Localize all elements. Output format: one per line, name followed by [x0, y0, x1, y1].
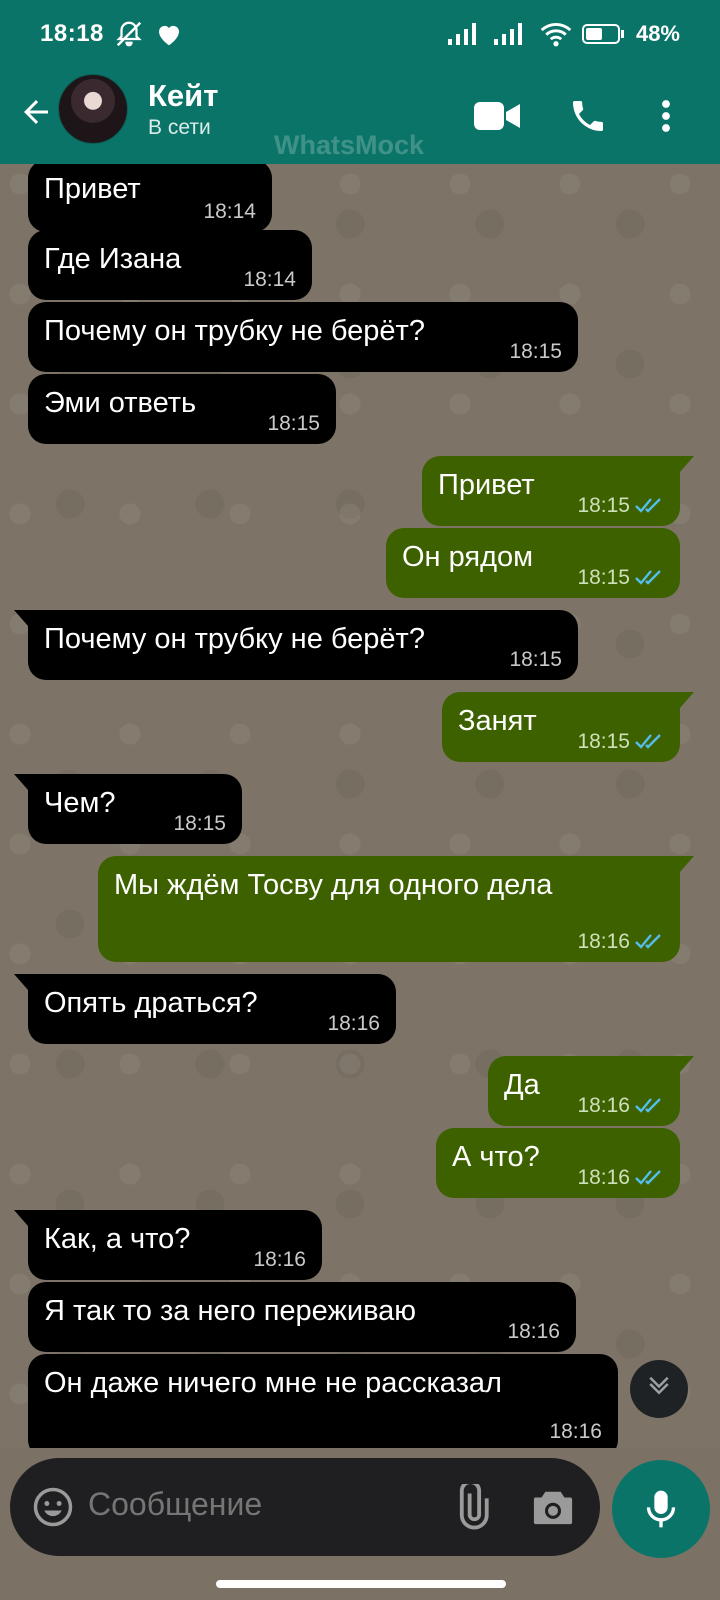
scroll-to-bottom-button[interactable] — [630, 1360, 688, 1418]
more-options-button[interactable] — [648, 88, 684, 144]
signal-icon — [493, 23, 522, 45]
message-time: 18:15 — [577, 493, 630, 517]
message-incoming[interactable]: Почему он трубку не берёт? 18:15 — [28, 302, 578, 372]
bell-off-icon — [116, 21, 142, 47]
contact-status: В сети — [148, 116, 211, 139]
message-outgoing[interactable]: А что? 18:16 — [436, 1128, 680, 1198]
video-call-button[interactable] — [470, 88, 526, 144]
message-time: 18:15 — [267, 411, 320, 435]
message-composer — [10, 1458, 600, 1556]
message-text: Мы ждём Тосву для одного дела — [114, 869, 553, 901]
message-text: Я так то за него переживаю — [44, 1295, 417, 1327]
back-arrow-icon — [24, 100, 48, 124]
status-bar: 18:18 48% — [0, 0, 720, 68]
message-outgoing[interactable]: Да 18:16 — [488, 1056, 694, 1126]
message-list[interactable]: Привет 18:14 Где Изана 18:14 Почему он т… — [0, 164, 720, 1448]
message-text: Привет — [438, 469, 535, 501]
message-outgoing[interactable]: Он рядом 18:15 — [386, 528, 680, 598]
message-time: 18:16 — [327, 1011, 380, 1035]
message-text: Привет — [44, 173, 141, 205]
message-text: Он рядом — [402, 541, 534, 573]
message-text: Он даже ничего мне не рассказал — [44, 1367, 502, 1399]
back-button[interactable] — [16, 92, 56, 132]
phone-call-icon — [573, 101, 603, 131]
message-time: 18:14 — [203, 199, 256, 223]
message-outgoing[interactable]: Мы ждём Тосву для одного дела 18:16 — [98, 856, 694, 962]
heart-icon — [158, 25, 179, 46]
message-incoming[interactable]: Чем? 18:15 — [14, 774, 242, 844]
message-time: 18:15 — [577, 729, 630, 753]
message-incoming[interactable]: Где Изана 18:14 — [28, 230, 312, 300]
message-outgoing[interactable]: Занят 18:15 — [442, 692, 694, 762]
message-outgoing[interactable]: Привет 18:15 — [422, 456, 694, 526]
message-time: 18:16 — [253, 1247, 306, 1271]
contact-name[interactable]: Кейт — [148, 78, 218, 114]
message-text: Почему он трубку не берёт? — [44, 623, 425, 655]
home-gesture-handle[interactable] — [216, 1580, 506, 1588]
message-text: Занят — [458, 705, 537, 737]
message-text: Чем? — [44, 787, 116, 819]
message-input[interactable] — [88, 1486, 428, 1523]
voice-message-button[interactable] — [612, 1460, 710, 1558]
read-ticks-icon — [635, 570, 661, 586]
message-time: 18:16 — [577, 929, 630, 953]
avatar[interactable] — [58, 74, 128, 144]
battery-level: 48% — [635, 21, 680, 46]
status-time: 18:18 — [40, 20, 104, 47]
message-incoming[interactable]: Привет 18:14 — [28, 164, 272, 232]
message-text: Эми ответь — [44, 387, 197, 419]
message-text: Опять драться? — [44, 987, 258, 1019]
wifi-icon — [540, 23, 572, 47]
message-incoming[interactable]: Он даже ничего мне не рассказал 18:16 — [28, 1354, 618, 1448]
message-incoming[interactable]: Опять драться? 18:16 — [14, 974, 396, 1044]
message-time: 18:15 — [509, 647, 562, 671]
read-ticks-icon — [635, 734, 661, 750]
read-ticks-icon — [635, 1170, 661, 1186]
message-incoming[interactable]: Почему он трубку не берёт? 18:15 — [14, 610, 578, 680]
phone-call-button[interactable] — [560, 88, 616, 144]
mic-icon — [646, 1490, 676, 1528]
camera-icon[interactable] — [530, 1486, 576, 1528]
message-time: 18:16 — [549, 1419, 602, 1443]
message-text: Как, а что? — [44, 1223, 191, 1255]
read-ticks-icon — [635, 934, 661, 950]
read-ticks-icon — [635, 1098, 661, 1114]
battery-icon — [581, 24, 624, 44]
chat-header: Кейт В сети WhatsMock — [0, 68, 720, 164]
read-ticks-icon — [635, 498, 661, 514]
watermark: WhatsMock — [274, 130, 425, 160]
message-incoming[interactable]: Эми ответь 18:15 — [28, 374, 336, 444]
message-time: 18:16 — [507, 1319, 560, 1343]
message-text: А что? — [452, 1141, 540, 1173]
message-incoming[interactable]: Я так то за него переживаю 18:16 — [28, 1282, 576, 1352]
attach-icon[interactable] — [448, 1484, 494, 1530]
message-time: 18:16 — [577, 1093, 630, 1117]
message-time: 18:15 — [173, 811, 226, 835]
message-time: 18:16 — [577, 1165, 630, 1189]
more-vert-icon — [662, 100, 670, 132]
emoji-icon[interactable] — [32, 1486, 74, 1528]
message-text: Почему он трубку не берёт? — [44, 315, 425, 347]
message-time: 18:15 — [509, 339, 562, 363]
signal-icon — [447, 23, 476, 45]
message-time: 18:14 — [243, 267, 296, 291]
chevron-down-icon — [649, 1376, 669, 1395]
message-time: 18:15 — [577, 565, 630, 589]
message-text: Да — [504, 1069, 540, 1101]
message-incoming[interactable]: Как, а что? 18:16 — [14, 1210, 322, 1280]
message-text: Где Изана — [44, 243, 182, 275]
video-call-icon — [474, 102, 520, 130]
